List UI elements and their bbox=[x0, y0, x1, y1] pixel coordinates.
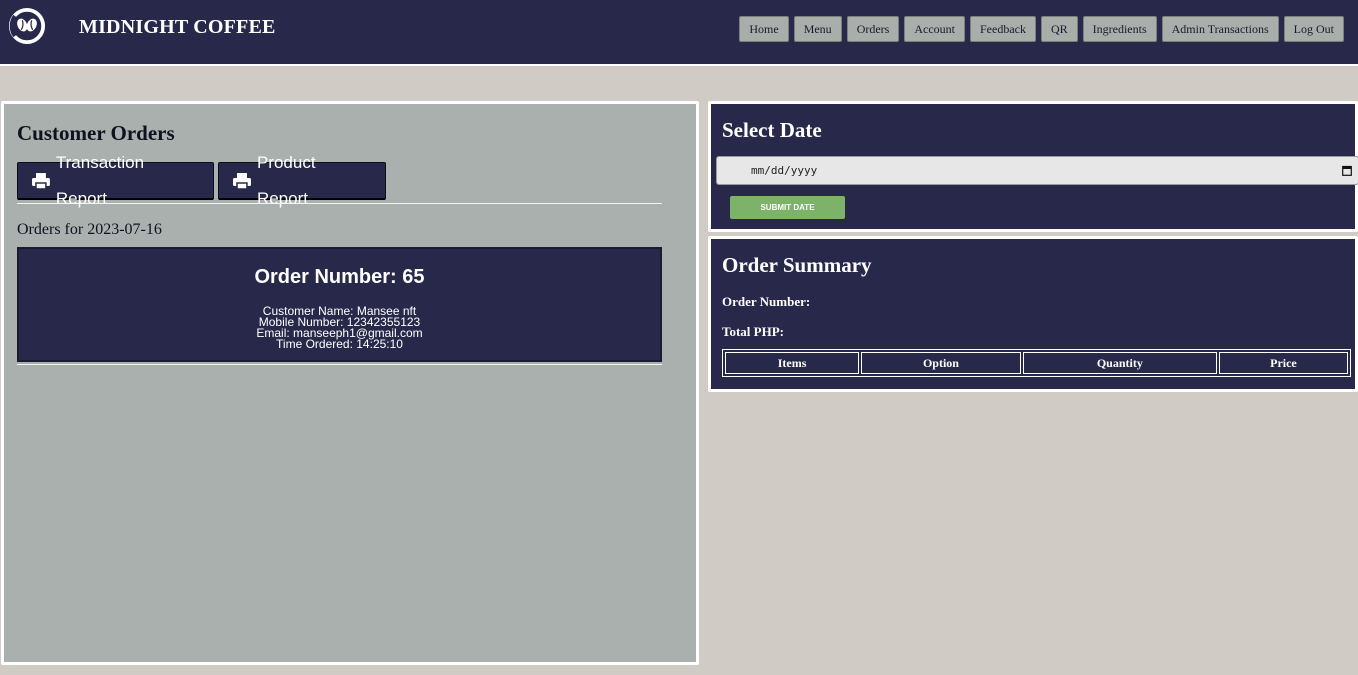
total-php-label: Total PHP: bbox=[722, 324, 784, 339]
submit-date-button[interactable]: SUBMIT DATE bbox=[730, 196, 845, 219]
nav-orders-button[interactable]: Orders bbox=[846, 16, 900, 42]
nav-feedback-button[interactable]: Feedback bbox=[970, 16, 1036, 42]
column-header-price: Price bbox=[1218, 352, 1348, 374]
coffee-bean-logo-icon[interactable] bbox=[8, 7, 46, 45]
order-items-table: Items Option Quantity Price bbox=[722, 349, 1351, 377]
order-time: Time Ordered: 14:25:10 bbox=[276, 337, 403, 351]
product-report-button[interactable]: Product Report bbox=[218, 153, 386, 208]
order-summary-title: Order Summary bbox=[722, 253, 872, 277]
nav-menu-button[interactable]: Menu bbox=[793, 16, 842, 42]
order-details: Customer Name: Mansee nft Mobile Number:… bbox=[19, 305, 660, 351]
customer-orders-panel: Customer Orders Transaction Report Produ… bbox=[1, 101, 699, 665]
printer-icon bbox=[233, 172, 251, 189]
column-header-quantity: Quantity bbox=[1022, 352, 1217, 374]
transaction-report-label: Transaction Report bbox=[55, 152, 145, 208]
nav-ingredients-button[interactable]: Ingredients bbox=[1082, 16, 1157, 42]
top-header: MIDNIGHT COFFEE Home Menu Orders Account… bbox=[0, 0, 1358, 66]
main-nav: Home Menu Orders Account Feedback QR Ing… bbox=[739, 16, 1344, 42]
date-placeholder: mm/dd/yyyy bbox=[751, 164, 818, 177]
nav-admin-transactions-button[interactable]: Admin Transactions bbox=[1161, 16, 1279, 42]
nav-home-button[interactable]: Home bbox=[739, 16, 789, 42]
select-date-panel: Select Date mm/dd/yyyy SUBMIT DATE bbox=[708, 101, 1358, 232]
column-header-option: Option bbox=[861, 352, 1021, 374]
orders-date-label: Orders for 2023-07-16 bbox=[17, 221, 162, 238]
nav-logout-button[interactable]: Log Out bbox=[1283, 16, 1344, 42]
date-input[interactable]: mm/dd/yyyy bbox=[716, 156, 1358, 185]
order-number: Order Number: 65 bbox=[254, 266, 425, 288]
calendar-icon[interactable] bbox=[1342, 165, 1352, 176]
nav-qr-button[interactable]: QR bbox=[1040, 16, 1078, 42]
order-card[interactable]: Order Number: 65 Customer Name: Mansee n… bbox=[17, 247, 662, 362]
select-date-title: Select Date bbox=[722, 118, 822, 142]
divider bbox=[17, 364, 662, 365]
brand-title: MIDNIGHT COFFEE bbox=[79, 16, 276, 38]
customer-orders-title: Customer Orders bbox=[17, 121, 175, 145]
column-header-items: Items bbox=[725, 352, 860, 374]
table-header-row: Items Option Quantity Price bbox=[725, 352, 1348, 374]
divider bbox=[17, 203, 662, 204]
order-summary-panel: Order Summary Order Number: Total PHP: I… bbox=[708, 236, 1358, 392]
product-report-label: Product Report bbox=[256, 152, 316, 208]
nav-account-button[interactable]: Account bbox=[904, 16, 965, 42]
printer-icon bbox=[32, 172, 50, 189]
transaction-report-button[interactable]: Transaction Report bbox=[17, 153, 214, 208]
order-number-label: Order Number: bbox=[722, 294, 811, 309]
